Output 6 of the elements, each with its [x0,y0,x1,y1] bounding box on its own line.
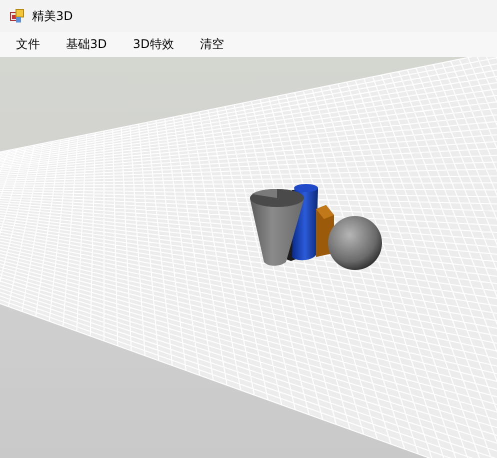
menu-item[interactable]: 3D特效 [124,36,183,53]
menu-item[interactable]: 清空 [190,36,233,53]
app-icon [10,9,24,23]
window-title: 精美3D [32,8,73,24]
menu-item[interactable]: 基础3D [57,36,116,53]
menu-item[interactable]: 文件 [7,36,49,53]
